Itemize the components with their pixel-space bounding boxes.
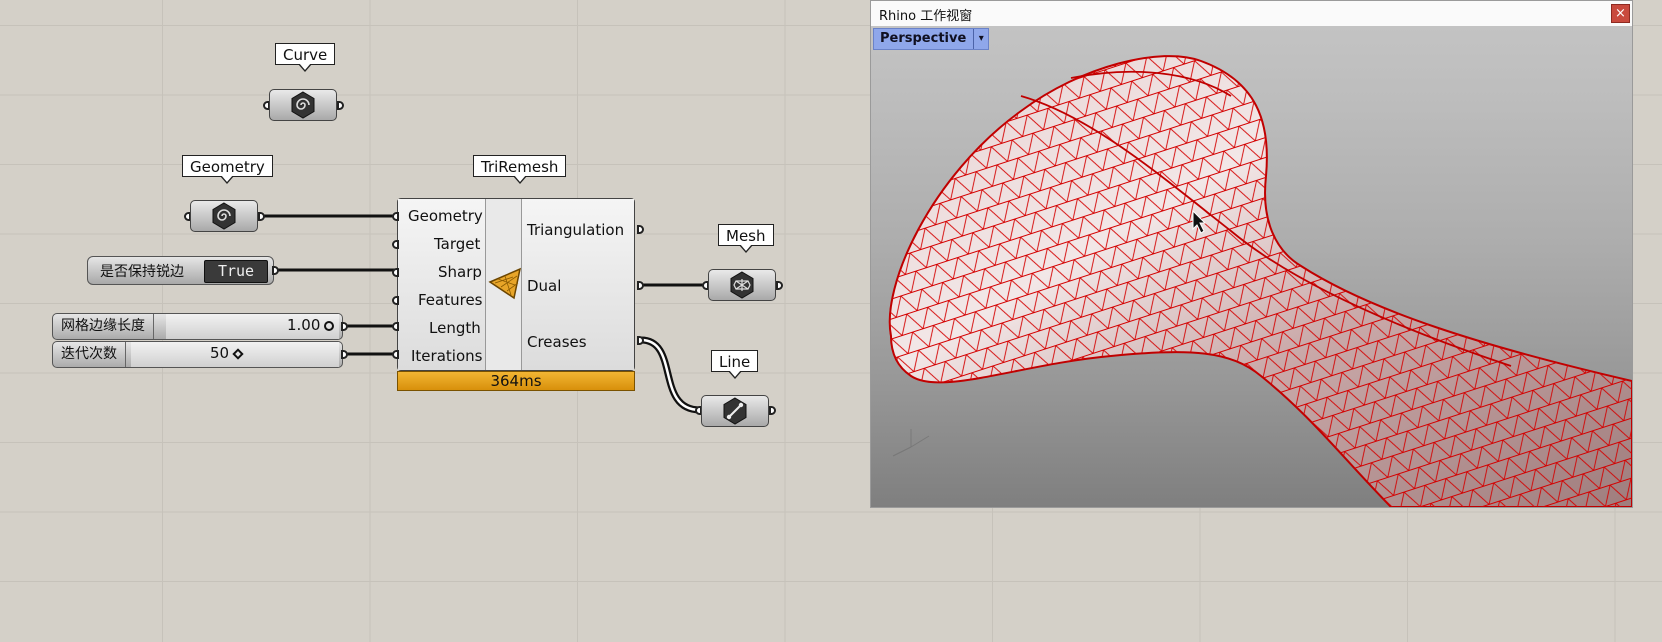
triremesh-label-bubble: TriRemesh bbox=[473, 155, 567, 184]
mesh-label-bubble: Mesh bbox=[718, 224, 774, 253]
input-iterations[interactable]: Iterations bbox=[411, 347, 482, 365]
mesh-surface bbox=[888, 55, 1632, 507]
timer-value: 364ms bbox=[490, 372, 542, 390]
perspective-view-tab[interactable]: Perspective ▾ bbox=[873, 28, 990, 50]
line-label-bubble: Line bbox=[711, 350, 759, 379]
edge-length-slider-value: 1.00 bbox=[287, 316, 321, 334]
perspective-view-label: Perspective bbox=[880, 31, 967, 46]
triremesh-icon bbox=[488, 267, 522, 300]
comp-in-target-port[interactable] bbox=[392, 240, 399, 249]
curve-label: Curve bbox=[283, 46, 328, 64]
mesh-label: Mesh bbox=[726, 227, 766, 245]
toggle-label: 是否保持锐边 bbox=[100, 264, 184, 280]
input-features[interactable]: Features bbox=[418, 291, 483, 309]
line-icon bbox=[723, 397, 747, 425]
close-icon[interactable]: × bbox=[1611, 4, 1630, 23]
comp-in-sharp-port[interactable] bbox=[392, 268, 399, 277]
output-creases[interactable]: Creases bbox=[527, 333, 587, 351]
triremesh-label: TriRemesh bbox=[481, 158, 559, 176]
rhino-viewport-window[interactable]: Rhino 工作视窗 × Perspective ▾ bbox=[870, 0, 1633, 508]
toggle-value[interactable]: True bbox=[204, 260, 268, 283]
viewport-title: Rhino 工作视窗 bbox=[879, 9, 973, 24]
mesh-icon bbox=[730, 271, 754, 299]
edge-length-slider-knob[interactable] bbox=[324, 321, 334, 331]
output-triangulation[interactable]: Triangulation bbox=[527, 221, 624, 239]
iterations-slider-value: 50 bbox=[210, 344, 230, 362]
timer-bar: 364ms bbox=[397, 371, 635, 391]
geometry-icon bbox=[212, 202, 236, 230]
input-length[interactable]: Length bbox=[429, 319, 481, 337]
edge-length-slider-label: 网格边缘长度 bbox=[53, 314, 154, 339]
curve-icon bbox=[291, 91, 315, 119]
comp-in-features-port[interactable] bbox=[392, 296, 399, 305]
chevron-down-icon[interactable]: ▾ bbox=[973, 29, 988, 49]
input-target[interactable]: Target bbox=[434, 235, 480, 253]
sharp-boolean-toggle[interactable]: 是否保持锐边 True bbox=[87, 256, 274, 285]
curve-param[interactable] bbox=[269, 89, 337, 121]
iterations-slider[interactable]: 迭代次数 50 bbox=[52, 341, 343, 368]
geometry-param[interactable] bbox=[190, 200, 258, 232]
iterations-slider-label: 迭代次数 bbox=[53, 342, 126, 367]
mesh-param[interactable] bbox=[708, 269, 776, 301]
curve-label-bubble: Curve bbox=[275, 43, 336, 72]
comp-in-length-port[interactable] bbox=[392, 322, 399, 331]
geometry-label-bubble: Geometry bbox=[182, 155, 273, 184]
input-sharp[interactable]: Sharp bbox=[438, 263, 482, 281]
edge-length-slider[interactable]: 网格边缘长度 1.00 bbox=[52, 313, 343, 340]
line-label: Line bbox=[719, 353, 751, 371]
output-dual[interactable]: Dual bbox=[527, 277, 561, 295]
geometry-label: Geometry bbox=[190, 158, 265, 176]
viewport-titlebar[interactable]: Rhino 工作视窗 × bbox=[871, 1, 1632, 27]
axis-gizmo bbox=[892, 429, 930, 457]
input-geometry[interactable]: Geometry bbox=[408, 207, 483, 225]
comp-in-iterations-port[interactable] bbox=[392, 350, 399, 359]
viewport-canvas[interactable]: Perspective ▾ bbox=[871, 26, 1632, 507]
line-param[interactable] bbox=[701, 395, 769, 427]
comp-in-geometry-port[interactable] bbox=[392, 212, 399, 221]
triremesh-component[interactable]: Geometry Target Sharp Features Length It… bbox=[397, 198, 635, 371]
